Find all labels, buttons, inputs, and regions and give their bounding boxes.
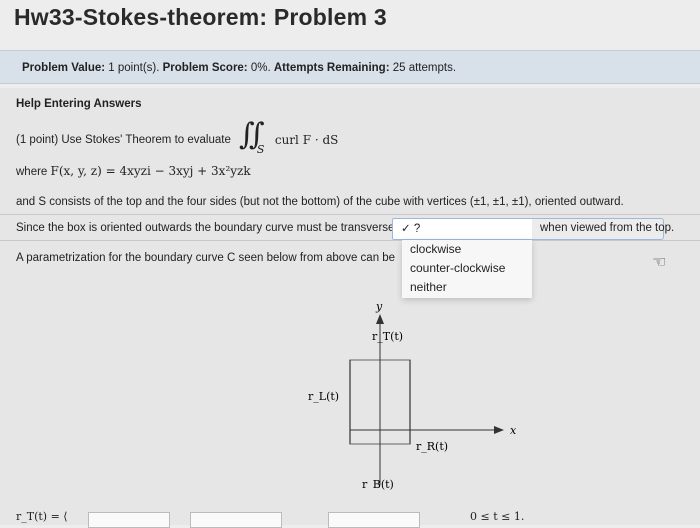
x-axis-label: x (510, 424, 517, 437)
surface-integral-symbol: ∬ S (238, 117, 265, 156)
divider (0, 214, 700, 215)
answer-input-3[interactable] (328, 512, 420, 528)
help-entering-answers-link[interactable]: Help Entering Answers (16, 98, 141, 110)
option-neither[interactable]: neither (402, 278, 532, 297)
hand-cursor-icon: ☜ (652, 254, 667, 271)
divider (0, 240, 700, 241)
orientation-question: Since the box is oriented outwards the b… (16, 222, 395, 234)
y-axis-label: y (375, 300, 383, 313)
answer-input-1[interactable] (88, 512, 170, 528)
x-axis-arrow-icon (494, 426, 504, 434)
problem-content: Help Entering Answers (1 point) Use Stok… (0, 88, 700, 528)
boundary-curve-diagram: y x r_T(t) r_L(t) r_R(t) r_B(t) (308, 300, 517, 490)
answer-row: r_T(t) = ⟨ 0 ≤ t ≤ 1. (0, 508, 700, 528)
y-axis-arrow-icon (376, 314, 384, 324)
option-counter-clockwise[interactable]: counter-clockwise (402, 259, 532, 278)
orientation-suffix: when viewed from the top. (540, 222, 675, 234)
integral-subscript: S (256, 143, 265, 156)
problem-prompt: (1 point) Use Stokes' Theorem to evaluat… (16, 117, 339, 157)
page-title: Hw33-Stokes-theorem: Problem 3 (14, 4, 387, 30)
r-top-definition-label: r_T(t) = ⟨ (16, 510, 68, 523)
vector-field: F(x, y, z) = 4xyzi − 3xyj + 3x²yzk (50, 164, 251, 178)
label-r-top: r_T(t) (372, 330, 403, 343)
label-r-right: r_R(t) (416, 440, 448, 453)
surface-description: and S consists of the top and the four s… (16, 196, 624, 208)
prompt-text: (1 point) Use Stokes' Theorem to evaluat… (16, 134, 231, 146)
attempts-remaining: 25 attempts. (392, 62, 457, 74)
integrand: curl F · dS (274, 133, 339, 147)
answer-input-2[interactable] (190, 512, 282, 528)
where-label: where (16, 166, 48, 178)
option-clockwise[interactable]: clockwise (402, 240, 532, 259)
problem-value: 1 point(s). (108, 62, 160, 74)
orientation-dropdown-menu: clockwise counter-clockwise neither (402, 240, 532, 298)
t-range: 0 ≤ t ≤ 1. (470, 510, 525, 523)
field-definition: where F(x, y, z) = 4xyzi − 3xyj + 3x²yzk (16, 164, 251, 178)
parametrization-prompt: A parametrization for the boundary curve… (16, 252, 396, 264)
label-r-bottom: r_B(t) (362, 478, 394, 490)
problem-score: 0%. (250, 62, 271, 74)
problem-status-bar: Problem Value: 1 point(s). Problem Score… (0, 50, 700, 84)
orientation-select[interactable]: ✓ ? (392, 218, 540, 240)
attempts-label: Attempts Remaining: (273, 62, 390, 74)
problem-value-label: Problem Value: (22, 62, 106, 74)
problem-score-label: Problem Score: (162, 62, 248, 74)
label-r-left: r_L(t) (308, 390, 339, 403)
